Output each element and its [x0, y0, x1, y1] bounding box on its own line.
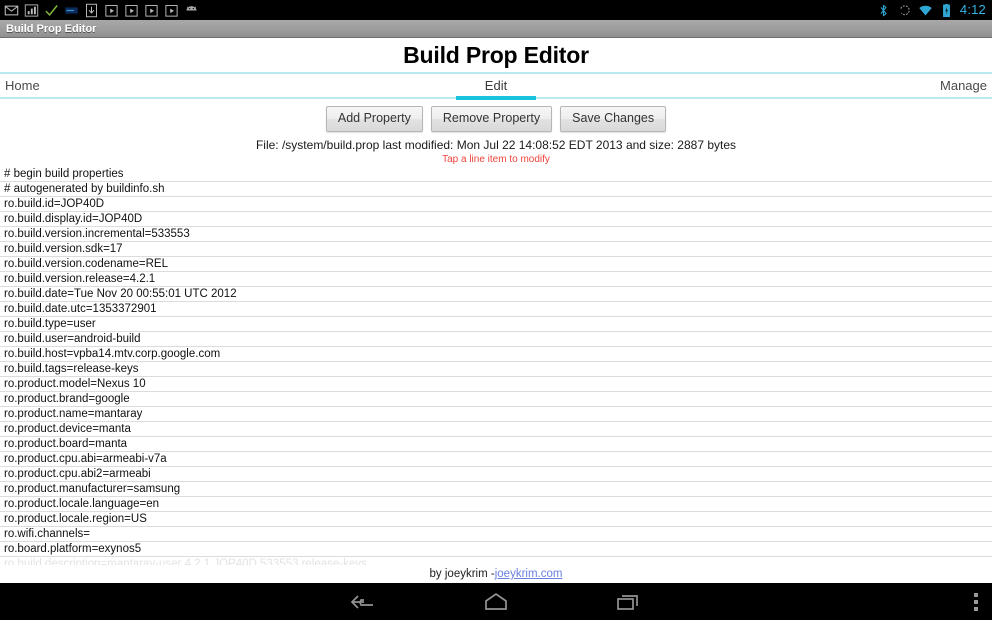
- property-row[interactable]: ro.build.date.utc=1353372901: [0, 302, 992, 317]
- property-row[interactable]: ro.product.device=manta: [0, 422, 992, 437]
- footer-author: by joeykrim -: [429, 568, 495, 580]
- property-list[interactable]: # begin build properties # autogenerated …: [0, 167, 992, 565]
- property-row[interactable]: ro.product.model=Nexus 10: [0, 377, 992, 392]
- property-row[interactable]: ro.build.version.incremental=533553: [0, 227, 992, 242]
- wifi-icon: [919, 5, 932, 15]
- overflow-dot: [974, 599, 978, 604]
- download-icon: [86, 3, 97, 17]
- recents-icon[interactable]: [611, 590, 645, 614]
- property-row[interactable]: ro.product.cpu.abi=armeabi-v7a: [0, 452, 992, 467]
- tap-hint-text: Tap a line item to modify: [442, 154, 550, 165]
- remove-property-button[interactable]: Remove Property: [430, 106, 553, 132]
- overflow-menu-icon[interactable]: [974, 592, 978, 611]
- property-row[interactable]: ro.build.version.sdk=17: [0, 242, 992, 257]
- overflow-dot: [974, 592, 978, 597]
- property-row[interactable]: ro.build.user=android-build: [0, 332, 992, 347]
- property-row[interactable]: ro.build.description=mantaray-user 4.2.1…: [0, 557, 992, 565]
- play-store-icon: [165, 4, 178, 17]
- app-root: 4:12 Build Prop Editor Build Prop Editor…: [0, 0, 992, 620]
- page-header: Build Prop Editor: [0, 38, 992, 72]
- android-status-bar: 4:12: [0, 0, 992, 20]
- save-changes-button[interactable]: Save Changes: [560, 106, 667, 132]
- status-bar-notification-icons: [4, 3, 199, 18]
- check-icon: [45, 4, 58, 16]
- property-row[interactable]: ro.board.platform=exynos5: [0, 542, 992, 557]
- property-row[interactable]: # begin build properties: [0, 167, 992, 182]
- play-store-icon: [125, 4, 138, 17]
- property-row[interactable]: # autogenerated by buildinfo.sh: [0, 182, 992, 197]
- add-property-button[interactable]: Add Property: [325, 106, 423, 132]
- property-row[interactable]: ro.product.board=manta: [0, 437, 992, 452]
- action-button-row: Add Property Remove Property Save Change…: [0, 99, 992, 135]
- property-row[interactable]: ro.build.tags=release-keys: [0, 362, 992, 377]
- property-row[interactable]: ro.product.brand=google: [0, 392, 992, 407]
- battery-icon: [942, 3, 950, 17]
- status-bar-clock: 4:12: [959, 2, 986, 17]
- overflow-dot: [974, 606, 978, 611]
- property-row[interactable]: ro.product.manufacturer=samsung: [0, 482, 992, 497]
- tab-bar: Home Edit Manage: [0, 74, 992, 97]
- property-row[interactable]: ro.build.version.codename=REL: [0, 257, 992, 272]
- property-row[interactable]: ro.product.locale.language=en: [0, 497, 992, 512]
- android-icon: [186, 5, 197, 10]
- play-store-icon: [145, 4, 158, 17]
- property-row[interactable]: ro.build.version.release=4.2.1: [0, 272, 992, 287]
- tab-home[interactable]: Home: [5, 74, 40, 97]
- file-info-text: File: /system/build.prop last modified: …: [255, 138, 737, 152]
- property-row[interactable]: ro.build.type=user: [0, 317, 992, 332]
- property-row[interactable]: ro.build.date=Tue Nov 20 00:55:01 UTC 20…: [0, 287, 992, 302]
- bluetooth-icon: [880, 3, 887, 17]
- property-row[interactable]: ro.product.locale.region=US: [0, 512, 992, 527]
- active-tab-indicator: [456, 96, 536, 100]
- bar-chart-icon: [24, 3, 39, 17]
- play-store-icon: [105, 4, 118, 17]
- app-title-bar: Build Prop Editor: [0, 20, 992, 38]
- back-icon[interactable]: [347, 590, 381, 614]
- footer-link[interactable]: joeykrim.com: [495, 568, 563, 580]
- tab-edit[interactable]: Edit: [466, 74, 526, 97]
- property-row[interactable]: ro.build.host=vpba14.mtv.corp.google.com: [0, 347, 992, 362]
- home-icon[interactable]: [479, 590, 513, 614]
- property-row[interactable]: ro.build.id=JOP40D: [0, 197, 992, 212]
- sync-icon: [900, 4, 910, 15]
- property-row[interactable]: ro.wifi.channels=: [0, 527, 992, 542]
- download-progress-icon: [65, 6, 78, 14]
- property-row[interactable]: ro.product.name=mantaray: [0, 407, 992, 422]
- android-navigation-bar: [0, 583, 992, 620]
- property-row[interactable]: ro.product.cpu.abi2=armeabi: [0, 467, 992, 482]
- status-bar-system-icons: 4:12: [876, 0, 986, 20]
- gmail-icon: [4, 5, 19, 15]
- property-row[interactable]: ro.build.display.id=JOP40D: [0, 212, 992, 227]
- tab-bar-divider: [0, 96, 992, 100]
- footer: by joeykrim - joeykrim.com: [0, 565, 992, 583]
- app-title: Build Prop Editor: [6, 22, 97, 35]
- tab-manage[interactable]: Manage: [940, 74, 987, 97]
- page-title: Build Prop Editor: [403, 41, 589, 68]
